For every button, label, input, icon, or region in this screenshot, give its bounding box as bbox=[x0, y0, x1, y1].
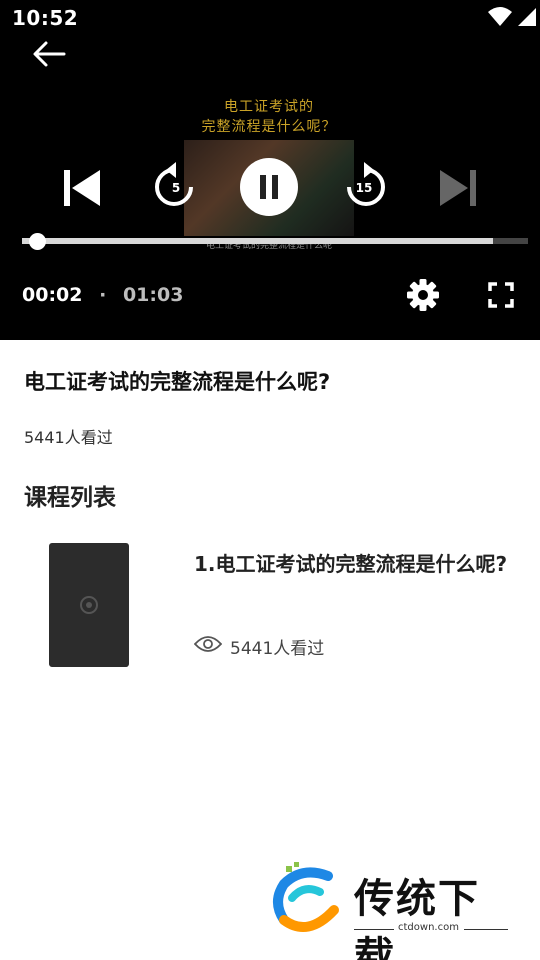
signal-icon bbox=[518, 8, 536, 26]
progress-track[interactable] bbox=[22, 238, 528, 244]
video-caption-line2: 完整流程是什么呢？ bbox=[201, 119, 337, 135]
time-separator: · bbox=[99, 284, 107, 306]
view-count: 5441人看过 bbox=[24, 428, 113, 447]
eye-icon bbox=[194, 636, 222, 652]
gear-icon[interactable] bbox=[406, 278, 440, 312]
forward-seconds: 15 bbox=[355, 181, 373, 195]
fullscreen-icon[interactable] bbox=[486, 280, 516, 310]
current-time: 00:02 bbox=[22, 284, 83, 306]
course-list-item[interactable]: 1.电工证考试的完整流程是什么呢? 5441人看过 bbox=[0, 536, 540, 676]
course-title: 1.电工证考试的完整流程是什么呢? bbox=[194, 552, 508, 576]
forward-button[interactable]: 15 bbox=[342, 162, 386, 212]
video-title: 电工证考试的完整流程是什么呢? bbox=[24, 370, 331, 394]
watermark: 传统下载 ctdown.com bbox=[268, 862, 518, 960]
skip-next-icon[interactable] bbox=[436, 166, 480, 210]
time-display: 00:02 · 01:03 bbox=[22, 284, 183, 306]
status-time: 10:52 bbox=[12, 6, 79, 30]
buffered-bar bbox=[22, 238, 493, 244]
course-views-text: 5441人看过 bbox=[230, 639, 325, 659]
back-arrow-icon[interactable] bbox=[28, 38, 68, 70]
watermark-rule-left bbox=[354, 929, 394, 930]
video-player[interactable]: 10:52 电工证考试的 完整流程是什么呢？ 电工证考试的完整流程是什么呢 5 bbox=[0, 0, 540, 340]
total-duration: 01:03 bbox=[122, 284, 184, 306]
pause-icon[interactable] bbox=[240, 158, 298, 216]
loading-icon bbox=[80, 596, 98, 614]
watermark-url: ctdown.com bbox=[398, 922, 459, 933]
course-thumbnail bbox=[49, 543, 129, 667]
rewind-button[interactable]: 5 bbox=[154, 162, 198, 212]
video-caption-line1: 电工证考试的 bbox=[224, 99, 314, 115]
status-bar: 10:52 bbox=[0, 0, 540, 38]
wifi-icon bbox=[488, 7, 512, 26]
section-title: 课程列表 bbox=[24, 485, 116, 511]
watermark-brand: 传统下载 bbox=[354, 876, 480, 960]
watermark-logo-icon bbox=[273, 862, 339, 933]
progress-knob[interactable] bbox=[29, 233, 46, 250]
rewind-seconds: 5 bbox=[171, 181, 181, 195]
skip-previous-icon[interactable] bbox=[60, 166, 104, 210]
watermark-rule-right bbox=[464, 929, 508, 930]
